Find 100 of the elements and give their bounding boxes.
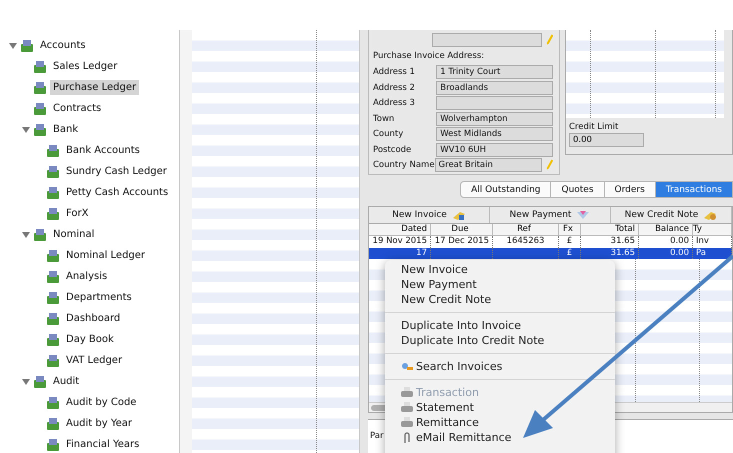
book-icon [33,374,47,388]
field-label: Country Name [373,160,435,170]
menu-item[interactable]: New Invoice [385,262,615,277]
tree-item[interactable]: ForX [63,206,92,221]
field-label: Address 3 [373,98,416,108]
menu-item[interactable]: New Payment [385,277,615,292]
tab[interactable]: Orders [604,181,656,198]
tree-item[interactable]: Departments [63,290,135,305]
column-header[interactable]: Total [581,224,639,236]
field-label: Credit Limit [569,122,620,132]
book-icon [46,164,60,178]
tree-item[interactable]: Purchase Ledger [50,80,140,95]
table-cell: Pa [693,248,732,259]
field-label: Postcode [373,144,412,155]
disclosure-triangle-icon[interactable] [21,126,33,134]
splitter-bar[interactable] [360,30,368,453]
book-icon [46,396,60,410]
tree-item[interactable]: Bank Accounts [63,143,143,158]
book-icon [46,248,60,262]
disclosure-triangle-icon[interactable] [21,378,33,386]
book-icon [46,290,60,304]
tree-item[interactable]: Sundry Cash Ledger [63,164,170,179]
input-field[interactable]: West Midlands [436,127,553,142]
field-label: Town [373,114,396,124]
tab[interactable]: All Outstanding [460,181,552,198]
tree-item[interactable]: Analysis [63,269,110,284]
column-header[interactable]: Due [431,224,493,236]
tree-item[interactable]: Audit by Year [63,416,136,431]
input-field[interactable]: Great Britain [434,158,542,172]
input-field[interactable]: Wolverhampton [436,112,553,126]
tree-item[interactable]: Bank [50,122,82,137]
column-header[interactable]: Balance [639,224,693,236]
printer-icon [401,417,413,428]
tab[interactable]: Quotes [551,181,605,198]
book-icon [33,228,47,242]
tree-item[interactable]: Nominal [50,227,98,242]
tree-item[interactable]: Audit [50,374,82,389]
menu-item[interactable]: Remittance [385,415,615,430]
book-icon [33,60,47,74]
book-icon [46,144,60,158]
book-icon [46,186,60,200]
column-header[interactable]: Dated [369,224,431,236]
disclosure-triangle-icon[interactable] [8,42,20,50]
menu-item[interactable]: Duplicate Into Invoice [385,318,615,333]
field-label: Address 1 [373,67,416,78]
tree-item[interactable]: Sales Ledger [50,59,120,74]
disclosure-triangle-icon[interactable] [21,230,33,238]
splitter-bar[interactable] [180,30,192,453]
invoice-icon [452,210,466,220]
tree-item[interactable]: Petty Cash Accounts [63,185,172,200]
book-icon [46,354,60,368]
tree-item[interactable]: Accounts [37,38,89,53]
table-cell [493,248,559,259]
tree-item[interactable]: Nominal Ledger [63,248,148,263]
book-icon [46,332,60,346]
input-field[interactable]: Broadlands [436,80,553,95]
table-cell: 17 [369,248,431,259]
pencil-icon[interactable] [546,34,553,46]
book-icon [33,122,47,136]
menu-item[interactable]: Duplicate Into Credit Note [385,333,615,348]
tree-item[interactable]: Dashboard [63,311,124,326]
envelope-icon [576,210,590,220]
book-icon [46,206,60,220]
column-header[interactable]: Fx [559,224,581,236]
panel-label: Par [370,431,384,441]
book-icon [46,416,60,430]
column-header[interactable]: Ty [693,224,732,236]
printer-icon [401,402,413,413]
table-cell [431,248,493,259]
field-label: Address 2 [373,82,416,93]
book-icon [46,312,60,326]
book-icon [20,38,34,52]
section-heading: Purchase Invoice Address: [373,50,486,63]
input-field[interactable]: 0.00 [569,133,644,147]
book-icon [33,102,47,116]
book-icon [46,270,60,284]
menu-item[interactable]: New Credit Note [385,292,615,307]
menu-item[interactable]: Statement [385,400,615,415]
tree-item[interactable]: Financial Years [63,437,142,452]
input-field[interactable] [436,96,553,110]
tree-item[interactable]: Audit by Code [63,395,140,410]
table-cell: 0.00 [639,248,693,259]
menu-item[interactable]: Search Invoices [385,359,615,374]
table-cell: £ [559,248,581,259]
printer-icon [401,387,413,398]
credit-note-icon [703,210,718,220]
tab[interactable]: Transactions [656,181,733,198]
tree-item[interactable]: VAT Ledger [63,353,126,368]
field-label: County [373,129,404,140]
email-field[interactable] [432,32,542,47]
menu-item[interactable]: eMail Remittance [385,430,615,445]
pencil-icon[interactable] [546,159,553,172]
input-field[interactable]: 1 Trinity Court [436,65,553,80]
table-cell: 31.65 [581,248,639,259]
search-icon [401,362,413,372]
column-header[interactable]: Ref [493,224,559,236]
book-icon [46,438,60,452]
tree-item[interactable]: Day Book [63,332,117,347]
tree-item[interactable]: Contracts [50,101,104,116]
input-field[interactable]: WV10 6UH [436,142,553,157]
